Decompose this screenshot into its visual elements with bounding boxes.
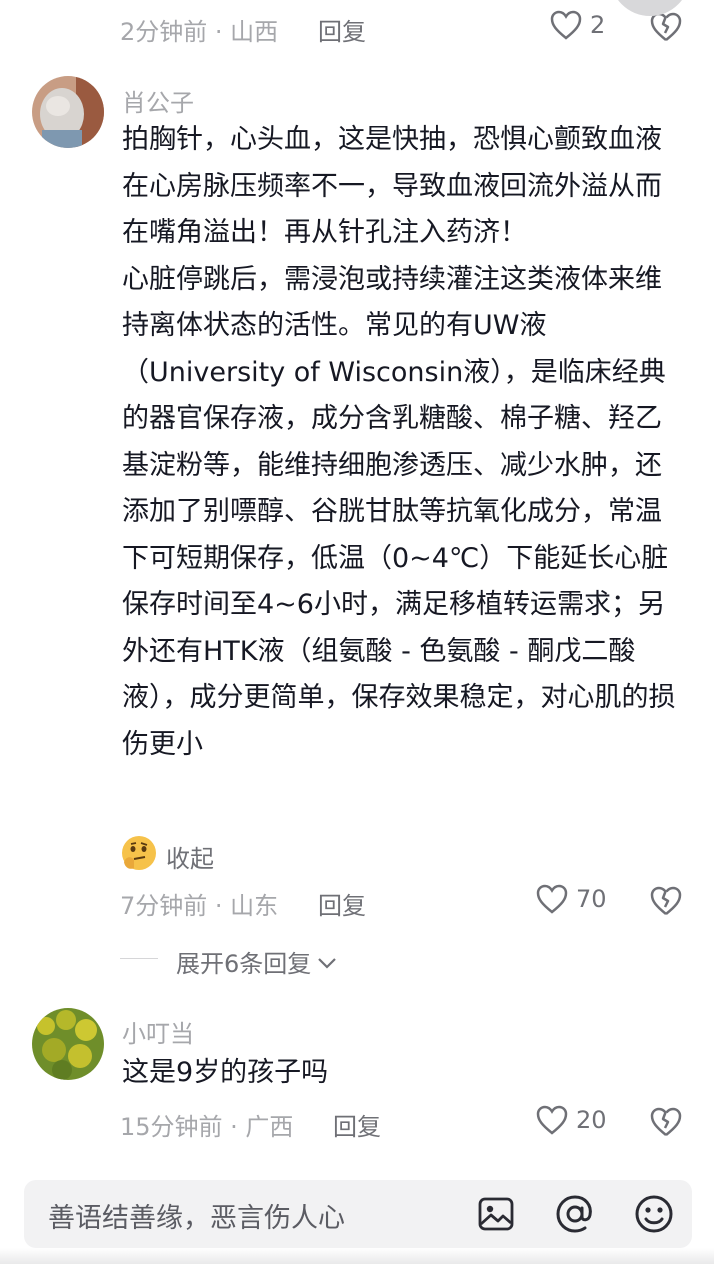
divider (120, 958, 158, 959)
comment-paragraph: 拍胸针，心头血，这是快抽，恐惧心颤致血液在心房脉压频率不一，导致血液回流外溢从而… (122, 124, 662, 248)
broken-heart-icon (650, 886, 682, 916)
comment-3-dislike-button[interactable] (650, 1107, 682, 1137)
like-count: 2 (590, 11, 606, 39)
broken-heart-icon (650, 1107, 682, 1137)
comment-text: 拍胸针，心头血，这是快抽，恐惧心颤致血液在心房脉压频率不一，导致血液回流外溢从而… (122, 117, 687, 768)
chevron-down-icon (317, 948, 337, 976)
at-icon[interactable] (553, 1192, 597, 1236)
comment-3-like-button[interactable]: 20 (536, 1105, 607, 1135)
comment-1-time-location: 2分钟前 · 山西 (120, 18, 279, 46)
avatar[interactable] (32, 1008, 104, 1080)
like-count: 70 (576, 885, 607, 913)
thinking-face-icon (120, 834, 158, 878)
broken-heart-icon (650, 12, 682, 42)
comment-paragraph: 这是9岁的孩子吗 (122, 1057, 329, 1088)
comment-input-placeholder[interactable]: 善语结善缘，恶言伤人心 (48, 1196, 345, 1235)
emoji-icon[interactable] (632, 1192, 676, 1236)
heart-icon (550, 10, 582, 40)
comment-2-dislike-button[interactable] (650, 886, 682, 916)
home-indicator-shadow (0, 1248, 714, 1264)
comment-2-like-button[interactable]: 70 (536, 884, 607, 914)
username[interactable]: 小叮当 (122, 1014, 194, 1049)
comment-2-reply-button[interactable]: 回复 (318, 886, 366, 921)
username[interactable]: 肖公子 (122, 83, 194, 118)
collapse-label: 收起 (166, 844, 214, 873)
like-count: 20 (576, 1106, 607, 1134)
comment-3-reply-button[interactable]: 回复 (333, 1107, 381, 1142)
avatar[interactable] (32, 76, 104, 148)
comment-text: 这是9岁的孩子吗 (122, 1050, 687, 1097)
expand-replies-button[interactable]: 展开6条回复 (176, 944, 337, 979)
heart-icon (536, 884, 568, 914)
image-icon[interactable] (474, 1192, 518, 1236)
collapse-button[interactable]: 收起 (120, 834, 214, 878)
comment-input-bar[interactable]: 善语结善缘，恶言伤人心 (24, 1180, 692, 1248)
comment-1-reply-button[interactable]: 回复 (318, 12, 366, 47)
comment-3-time-location: 15分钟前 · 广西 (120, 1113, 294, 1141)
expand-label: 展开6条回复 (176, 950, 312, 978)
comment-paragraph: 心脏停跳后，需浸泡或持续灌注这类液体来维持离体状态的活性。常见的有UW液（Uni… (122, 263, 676, 760)
comment-1-dislike-button[interactable] (650, 12, 682, 42)
comment-1-like-button[interactable]: 2 (550, 10, 605, 40)
comment-2-time-location: 7分钟前 · 山东 (120, 892, 279, 920)
heart-icon (536, 1105, 568, 1135)
